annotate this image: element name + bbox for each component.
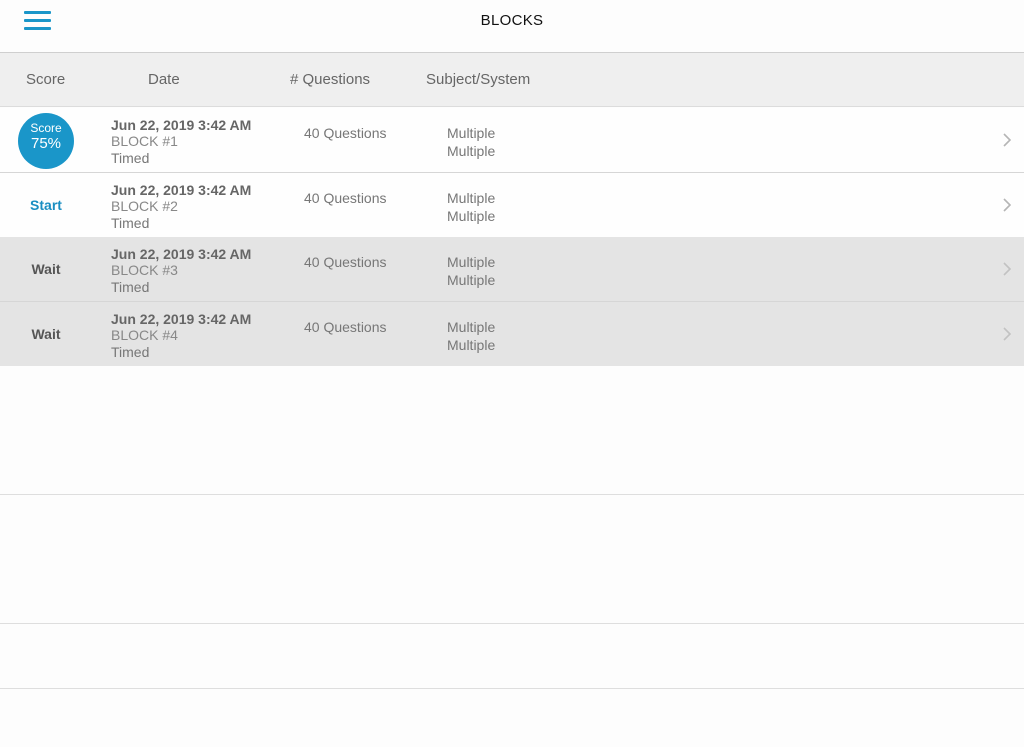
block-date: Jun 22, 2019 3:42 AM xyxy=(111,246,252,262)
block-name: BLOCK #3 xyxy=(111,262,178,278)
empty-row xyxy=(0,495,1024,560)
empty-row xyxy=(0,430,1024,495)
system-value: Multiple xyxy=(447,143,496,159)
system-value: Multiple xyxy=(447,272,496,288)
score-badge-label: Score xyxy=(30,121,62,135)
page-title: BLOCKS xyxy=(480,12,544,29)
chevron-right-icon xyxy=(1003,133,1012,147)
score-badge-value: 75% xyxy=(30,135,62,152)
question-count: 40 Questions xyxy=(304,254,387,270)
system-value: Multiple xyxy=(447,337,496,353)
column-header-subject-system: Subject/System xyxy=(426,71,531,88)
question-count: 40 Questions xyxy=(304,125,387,141)
system-value: Multiple xyxy=(447,208,496,224)
block-date: Jun 22, 2019 3:42 AM xyxy=(111,182,252,198)
question-count: 40 Questions xyxy=(304,190,387,206)
block-date: Jun 22, 2019 3:42 AM xyxy=(111,117,252,133)
start-button[interactable]: Start xyxy=(0,197,92,213)
column-header-score: Score xyxy=(26,71,66,88)
chevron-right-icon xyxy=(1003,262,1012,276)
question-count: 40 Questions xyxy=(304,319,387,335)
block-row-1[interactable]: Score 75% Jun 22, 2019 3:42 AM BLOCK #1 … xyxy=(0,108,1024,173)
empty-row xyxy=(0,624,1024,689)
block-mode: Timed xyxy=(111,344,150,360)
subject-value: Multiple xyxy=(447,319,496,335)
score-badge: Score 75% xyxy=(18,113,74,169)
empty-row xyxy=(0,559,1024,624)
block-date: Jun 22, 2019 3:42 AM xyxy=(111,311,252,327)
block-name: BLOCK #4 xyxy=(111,327,178,343)
subject-value: Multiple xyxy=(447,125,496,141)
chevron-right-icon xyxy=(1003,327,1012,341)
block-name: BLOCK #1 xyxy=(111,133,178,149)
block-row-3[interactable]: Wait Jun 22, 2019 3:42 AM BLOCK #3 Timed… xyxy=(0,237,1024,302)
block-row-4[interactable]: Wait Jun 22, 2019 3:42 AM BLOCK #4 Timed… xyxy=(0,302,1024,367)
subject-value: Multiple xyxy=(447,190,496,206)
subject-value: Multiple xyxy=(447,254,496,270)
chevron-right-icon xyxy=(1003,198,1012,212)
navigation-bar: BLOCKS xyxy=(0,0,1024,53)
block-row-2[interactable]: Start Jun 22, 2019 3:42 AM BLOCK #2 Time… xyxy=(0,173,1024,238)
wait-status: Wait xyxy=(31,326,61,342)
column-header-date: Date xyxy=(148,71,180,88)
wait-status: Wait xyxy=(31,261,61,277)
table-header: Score Date # Questions Subject/System xyxy=(0,53,1024,107)
empty-row xyxy=(0,366,1024,431)
block-mode: Timed xyxy=(111,150,150,166)
block-mode: Timed xyxy=(111,215,150,231)
block-name: BLOCK #2 xyxy=(111,198,178,214)
column-header-questions: # Questions xyxy=(290,71,371,88)
block-mode: Timed xyxy=(111,279,150,295)
